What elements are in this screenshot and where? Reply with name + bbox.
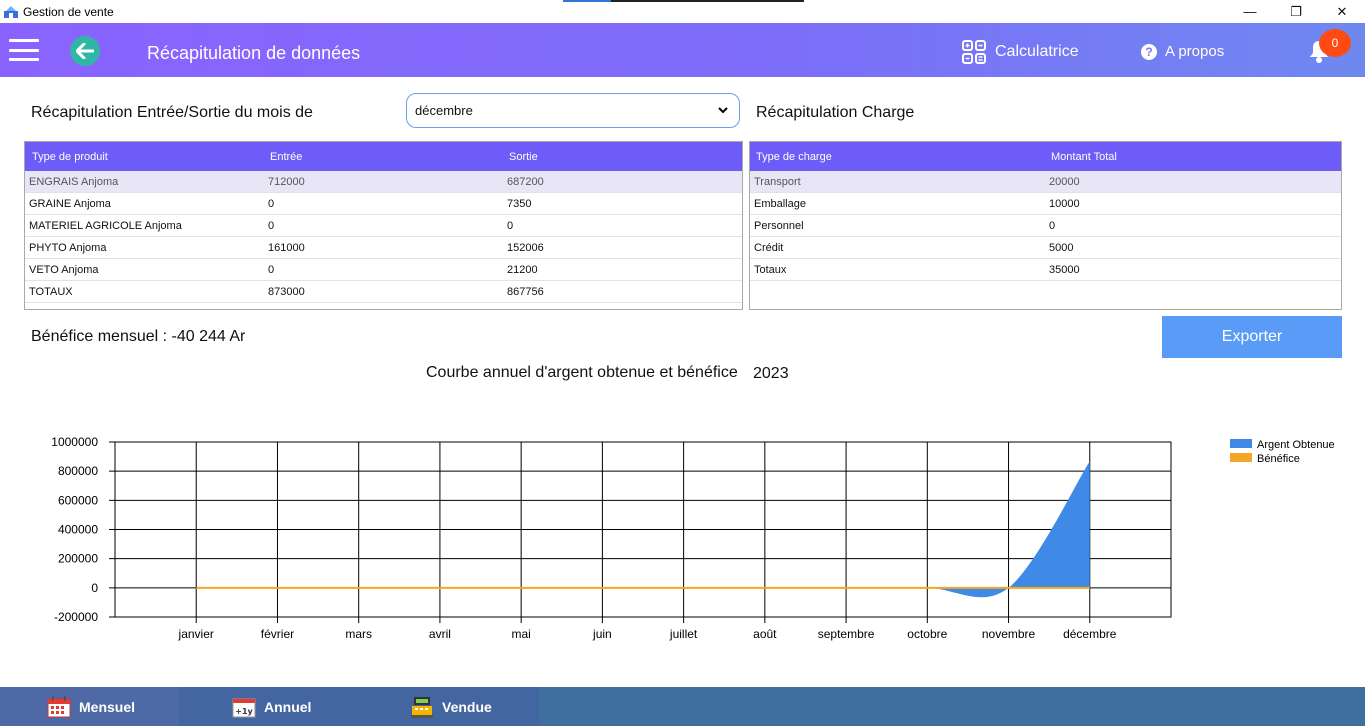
app-icon [4, 5, 18, 18]
window-title: Gestion de vente [23, 4, 114, 19]
table-row[interactable]: Transport 20000 [750, 171, 1341, 193]
minimize-button[interactable]: — [1227, 0, 1273, 23]
table-row[interactable]: Crédit 5000 [750, 237, 1341, 259]
legend-label: Argent Obtenue [1257, 439, 1335, 451]
calendar-plus-year-icon: +1y [232, 698, 256, 717]
question-circle-icon: ? [1141, 43, 1157, 60]
x-tick-label: octobre [907, 627, 947, 641]
chart-year: 2023 [753, 365, 789, 382]
x-tick-label: septembre [818, 627, 875, 641]
nav-sold[interactable]: Vendue [359, 687, 539, 726]
column-header-charge-type[interactable]: Type de charge [756, 151, 832, 163]
cash-register-icon [411, 696, 433, 718]
export-button[interactable]: Exporter [1162, 316, 1342, 358]
table-row[interactable]: Personnel 0 [750, 215, 1341, 237]
annual-chart: 1000000 800000 600000 400000 200000 0 -200000 j… [51, 435, 1335, 641]
column-header-entry[interactable]: Entrée [270, 151, 302, 163]
charge-table: Type de charge Montant Total Transport 2… [749, 141, 1342, 310]
month-select[interactable]: décembre [406, 93, 740, 128]
month-select-value: décembre [415, 103, 473, 118]
table-row[interactable]: GRAINE Anjoma 0 7350 [25, 193, 742, 215]
nav-monthly-label: Mensuel [79, 698, 136, 715]
column-header-exit[interactable]: Sortie [509, 151, 538, 163]
calculator-button[interactable]: Calculatrice [962, 40, 1079, 64]
calculator-label: Calculatrice [995, 43, 1079, 60]
menu-icon[interactable] [9, 39, 39, 61]
x-tick-label: décembre [1063, 627, 1117, 641]
table-row[interactable]: VETO Anjoma 0 21200 [25, 259, 742, 281]
table-row[interactable]: TOTAUX 873000 867756 [25, 281, 742, 303]
x-tick-label: février [261, 627, 294, 641]
notification-badge[interactable]: 0 [1319, 29, 1351, 57]
table-row[interactable]: MATERIEL AGRICOLE Anjoma 0 0 [25, 215, 742, 237]
table-row[interactable]: Emballage 10000 [750, 193, 1341, 215]
app-header: Récapitulation de données Calculatrice ?… [0, 23, 1365, 77]
x-tick-label: mars [345, 627, 372, 641]
window-titlebar: Gestion de vente — ❐ ✕ [0, 0, 1365, 23]
svg-text:+1y: +1y [235, 707, 253, 716]
chevron-down-icon [718, 107, 728, 114]
y-tick-label: 200000 [58, 552, 98, 566]
bottom-nav: Mensuel +1y Annuel Vendue [0, 687, 1365, 726]
arrow-left-icon [76, 43, 94, 59]
chart-title: Courbe annuel d'argent obtenue et bénéfi… [426, 364, 738, 381]
table-row[interactable]: PHYTO Anjoma 161000 152006 [25, 237, 742, 259]
legend-label: Bénéfice [1257, 453, 1300, 465]
nav-annual-label: Annuel [264, 698, 312, 715]
x-tick-label: juin [592, 627, 612, 641]
x-tick-label: avril [429, 627, 451, 641]
y-tick-label: 400000 [58, 523, 98, 537]
about-button[interactable]: ? A propos [1141, 43, 1224, 60]
charge-section-title: Récapitulation Charge [756, 104, 915, 121]
x-tick-label: novembre [982, 627, 1036, 641]
close-button[interactable]: ✕ [1319, 0, 1365, 23]
calculator-icon [962, 40, 986, 64]
x-tick-label: août [753, 627, 777, 641]
nav-monthly[interactable]: Mensuel [0, 687, 179, 726]
y-tick-label: 600000 [58, 493, 98, 507]
table-row[interactable]: ENGRAIS Anjoma 712000 687200 [25, 171, 742, 193]
table-row[interactable]: Totaux 35000 [750, 259, 1341, 281]
column-header-product-type[interactable]: Type de produit [32, 151, 108, 163]
legend-swatch [1230, 453, 1252, 462]
page-title: Récapitulation de données [147, 43, 361, 63]
about-label: A propos [1165, 43, 1225, 60]
nav-annual[interactable]: +1y Annuel [179, 687, 359, 726]
y-tick-label: 1000000 [51, 435, 98, 449]
back-button[interactable] [70, 36, 100, 66]
table-header: Type de charge Montant Total [750, 142, 1341, 171]
y-tick-label: -200000 [54, 610, 98, 624]
x-tick-label: juillet [669, 627, 698, 641]
entry-section-title: Récapitulation Entrée/Sortie du mois de [31, 104, 313, 121]
maximize-button[interactable]: ❐ [1273, 0, 1319, 23]
y-tick-label: 0 [91, 581, 98, 595]
monthly-benefit-label: Bénéfice mensuel : [31, 328, 168, 345]
nav-sold-label: Vendue [442, 698, 492, 715]
y-tick-label: 800000 [58, 464, 98, 478]
column-header-total-amount[interactable]: Montant Total [1051, 151, 1117, 163]
monthly-benefit-value: -40 244 Ar [171, 328, 246, 345]
table-header: Type de produit Entrée Sortie [25, 142, 742, 171]
legend-swatch [1230, 439, 1252, 448]
taskbar-indicator [563, 0, 804, 2]
calendar-icon [47, 695, 71, 717]
monthly-benefit: Bénéfice mensuel : -40 244 Ar [31, 328, 245, 346]
entry-exit-table: Type de produit Entrée Sortie ENGRAIS An… [24, 141, 743, 310]
x-tick-label: mai [511, 627, 530, 641]
x-tick-label: janvier [178, 627, 214, 641]
